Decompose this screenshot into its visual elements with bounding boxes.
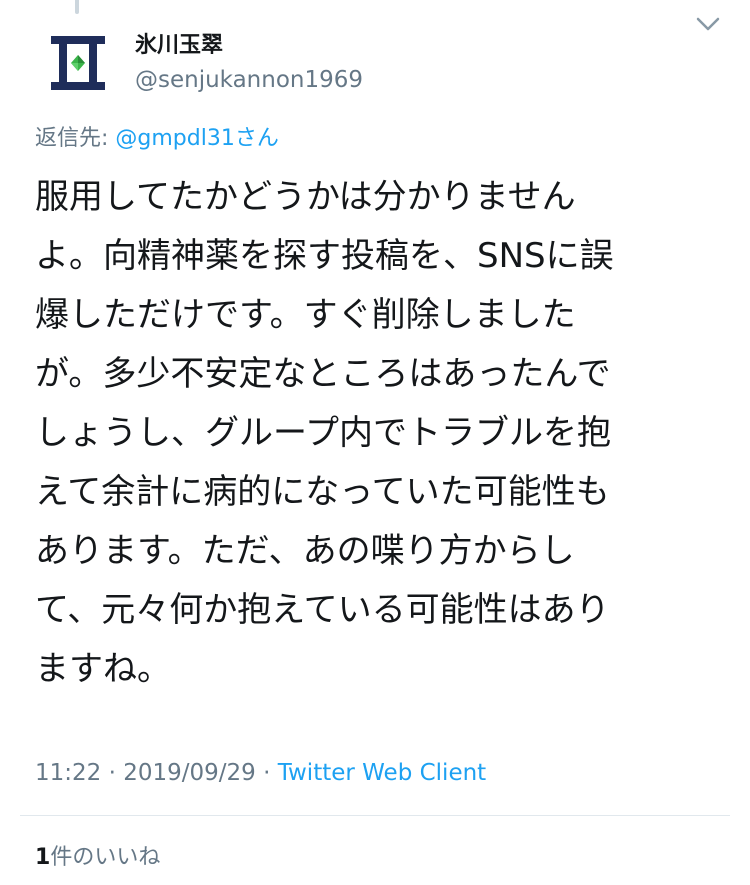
tweet-text-line: しょうし、グループ内でトラブルを抱: [35, 413, 611, 453]
avatar[interactable]: [47, 32, 109, 94]
tweet-text-line: て、元々何か抱えている可能性はあり: [35, 590, 610, 630]
tweet-metadata: 11:22 · 2019/09/29 · Twitter Web Client: [35, 758, 486, 788]
reply-mention-suffix[interactable]: さん: [235, 126, 279, 151]
tweet-date: 2019/09/29: [123, 760, 256, 786]
reply-mention-handle[interactable]: @gmpdl31: [115, 126, 234, 151]
meta-separator: ·: [255, 760, 278, 786]
hourglass-emblem-icon: [51, 36, 105, 90]
meta-separator: ·: [101, 760, 124, 786]
tweet-text: 服用してたかどうかは分かりません よ。向精神薬を探す投稿を、SNSに誤 爆しただ…: [35, 168, 725, 699]
reply-to-line: 返信先: @gmpdl31さん: [35, 124, 279, 154]
tweet-text-line: が。多少不安定なところはあったんで: [35, 354, 611, 394]
thread-connector-line: [75, 0, 79, 14]
source-client-link[interactable]: Twitter Web Client: [278, 760, 486, 786]
author-names: 氷川玉翠 @senjukannon1969: [135, 32, 363, 96]
likes-count-link[interactable]: 1件のいいね: [35, 843, 160, 873]
reply-mention-link[interactable]: @gmpdl31さん: [115, 126, 278, 151]
tweet-text-line: よ。向精神薬を探す投稿を、SNSに誤: [35, 236, 614, 276]
display-name[interactable]: 氷川玉翠: [135, 32, 363, 60]
tweet-time: 11:22: [35, 760, 102, 786]
chevron-down-icon[interactable]: [694, 10, 722, 38]
tweet-header: 氷川玉翠 @senjukannon1969: [35, 17, 730, 100]
likes-count: 1: [35, 845, 51, 870]
tweet-text-line: ますね。: [35, 649, 171, 689]
reply-to-prefix: 返信先:: [35, 126, 116, 151]
likes-label: 件のいいね: [50, 845, 161, 870]
tweet-text-line: 服用してたかどうかは分かりません: [35, 177, 576, 217]
tweet-text-line: 爆しただけです。すぐ削除しました: [35, 295, 576, 335]
user-handle[interactable]: @senjukannon1969: [135, 64, 363, 96]
divider: [20, 815, 730, 816]
tweet-text-line: えて余計に病的になっていた可能性も: [35, 472, 610, 512]
tweet-text-line: あります。ただ、あの喋り方からし: [35, 531, 575, 571]
